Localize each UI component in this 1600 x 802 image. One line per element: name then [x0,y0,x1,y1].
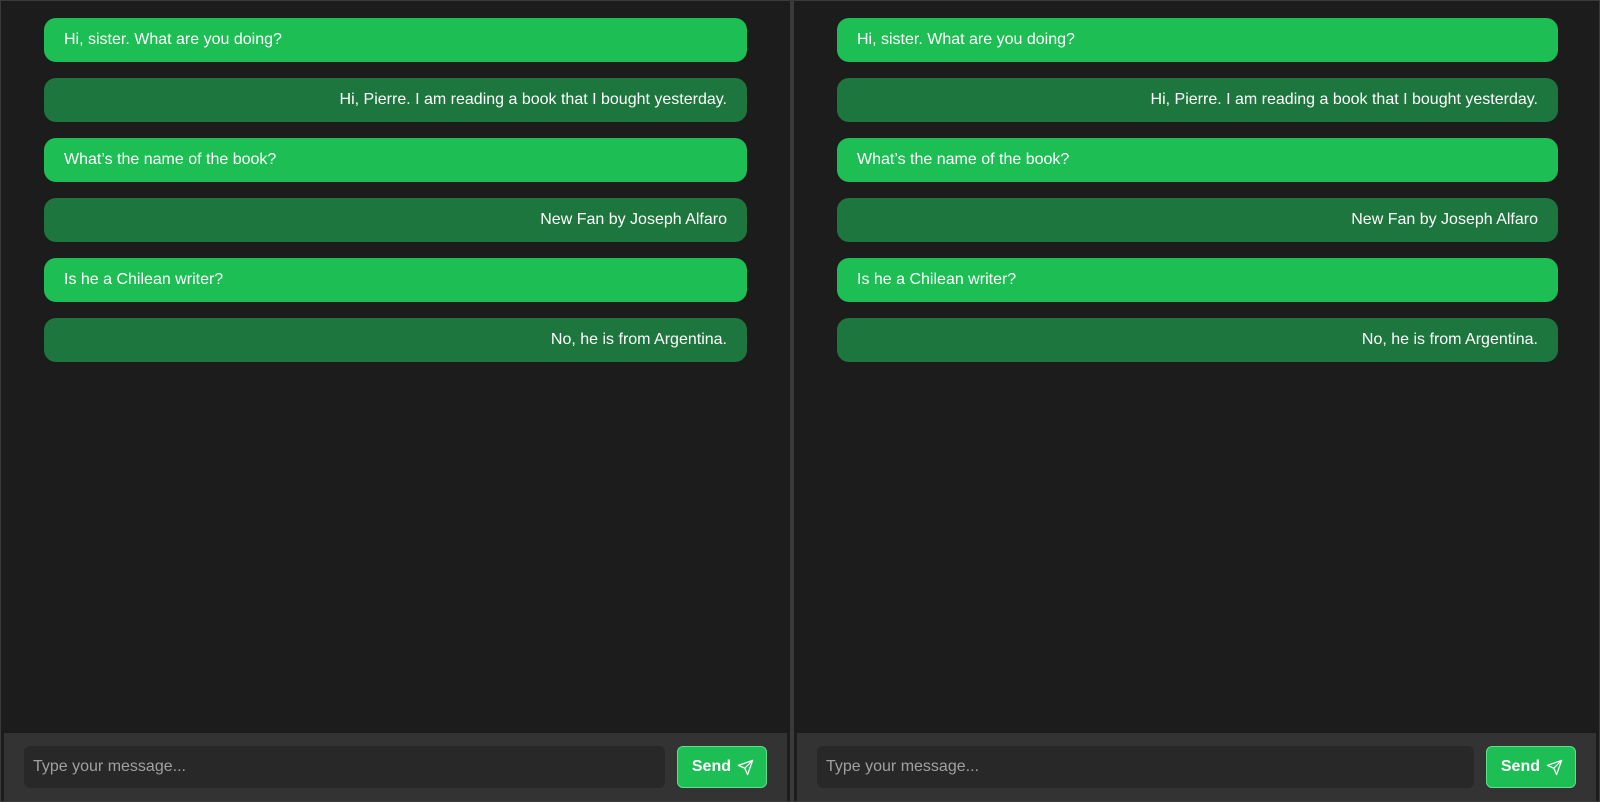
message-input[interactable] [24,746,665,788]
paper-plane-icon [1546,759,1563,775]
send-button[interactable]: Send [676,746,767,788]
message-list: Hi, sister. What are you doing? Hi, Pier… [837,18,1558,378]
message-bubble-sent: Hi, sister. What are you doing? [44,18,747,62]
message-bubble-received: New Fan by Joseph Alfaro [44,198,747,242]
message-bubble-sent: Hi, sister. What are you doing? [837,18,1558,62]
message-bubble-sent: Is he a Chilean writer? [44,258,747,302]
chat-panel-right: Hi, sister. What are you doing? Hi, Pier… [794,1,1599,801]
message-bubble-sent: What’s the name of the book? [44,138,747,182]
send-button[interactable]: Send [1485,746,1576,788]
message-bubble-received: No, he is from Argentina. [44,318,747,362]
message-bubble-sent: Is he a Chilean writer? [837,258,1558,302]
message-list: Hi, sister. What are you doing? Hi, Pier… [44,18,747,378]
send-button-label: Send [691,758,731,775]
paper-plane-icon [737,759,754,775]
split-screen: Hi, sister. What are you doing? Hi, Pier… [0,0,1600,802]
send-button-label: Send [1500,758,1540,775]
message-bubble-received: New Fan by Joseph Alfaro [837,198,1558,242]
message-composer: Send [797,733,1596,801]
message-bubble-received: Hi, Pierre. I am reading a book that I b… [837,78,1558,122]
message-bubble-received: Hi, Pierre. I am reading a book that I b… [44,78,747,122]
chat-panel-left: Hi, sister. What are you doing? Hi, Pier… [1,1,790,801]
message-input[interactable] [817,746,1474,788]
message-composer: Send [4,733,787,801]
message-bubble-received: No, he is from Argentina. [837,318,1558,362]
message-bubble-sent: What’s the name of the book? [837,138,1558,182]
